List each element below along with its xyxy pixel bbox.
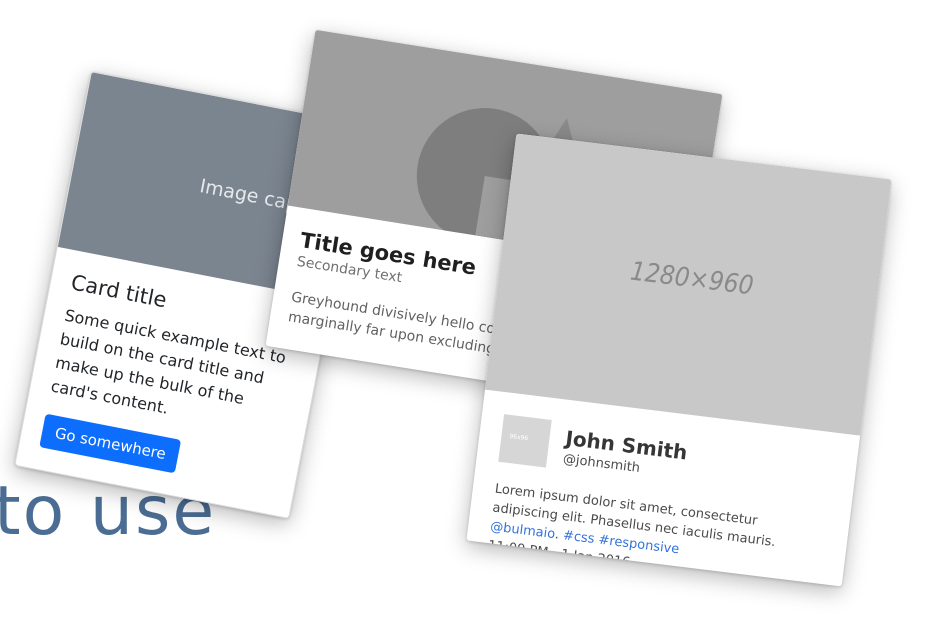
image-placeholder-label: 1280×960 (628, 256, 756, 302)
author-info: John Smith @johnsmith (562, 425, 689, 481)
go-somewhere-button[interactable]: Go somewhere (39, 413, 182, 474)
bulma-card: 1280×960 96x96 John Smith @johnsmith Lor… (466, 133, 892, 587)
hashtag-css-link[interactable]: #css (562, 528, 595, 547)
avatar-placeholder-label: 96x96 (508, 432, 529, 443)
avatar: 96x96 (498, 414, 552, 468)
image-cap-label: Image cap (197, 175, 300, 216)
card-image: 1280×960 (484, 133, 892, 436)
